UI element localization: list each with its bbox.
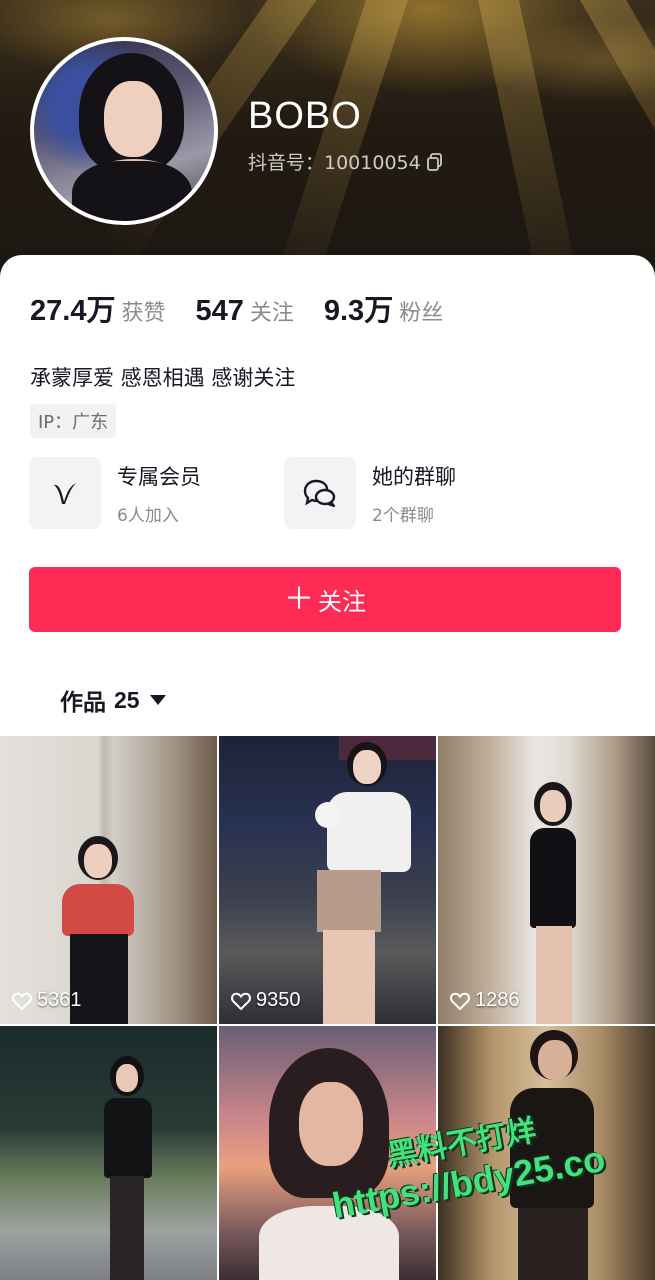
like-count: 9350 — [231, 989, 301, 1012]
douyin-id-row[interactable]: 抖音号：10010054 — [248, 148, 443, 175]
stat-following[interactable]: 547 关注 — [195, 295, 293, 328]
like-count: 1286 — [450, 989, 520, 1012]
v-membership-icon — [29, 457, 101, 529]
nickname: BOBO — [248, 95, 362, 137]
stat-label: 关注 — [249, 301, 294, 326]
stat-label: 获赞 — [121, 301, 166, 326]
tab-works-count: 25 — [114, 686, 140, 713]
stat-likes[interactable]: 27.4万 获赞 — [30, 287, 165, 329]
feature-subtitle: 2个群聊 — [372, 505, 434, 526]
heart-icon — [450, 992, 470, 1010]
stat-value: 27.4万 — [30, 295, 116, 327]
follow-button[interactable]: ＋ 关注 — [29, 567, 621, 632]
chat-bubbles-icon — [284, 457, 356, 529]
stat-value: 547 — [195, 295, 244, 327]
group-chat-entry[interactable]: 她的群聊 2个群聊 — [284, 457, 456, 529]
banner-light-ray — [562, 0, 655, 282]
bio-text: 承蒙厚爱 感恩相遇 感谢关注 — [30, 366, 296, 390]
follow-button-label: 关注 — [318, 588, 366, 616]
caret-down-icon — [149, 695, 166, 705]
ip-location-tag: IP：广东 — [30, 404, 117, 438]
douyin-id: 抖音号：10010054 — [248, 152, 421, 174]
feature-subtitle: 6人加入 — [117, 505, 179, 526]
video-thumbnail[interactable]: 5361 — [0, 736, 217, 1024]
stats-row: 27.4万 获赞 547 关注 9.3万 粉丝 — [30, 287, 473, 329]
heart-icon — [231, 992, 251, 1010]
video-thumbnail[interactable]: 1286 — [438, 736, 655, 1024]
stat-followers[interactable]: 9.3万 粉丝 — [324, 287, 443, 329]
exclusive-membership-entry[interactable]: 专属会员 6人加入 — [29, 457, 201, 529]
plus-icon: ＋ — [284, 581, 314, 617]
tab-works-label: 作品 — [60, 690, 106, 716]
copy-icon[interactable] — [426, 152, 443, 171]
heart-icon — [12, 992, 32, 1010]
stat-value: 9.3万 — [323, 295, 394, 327]
video-thumbnail[interactable]: 9350 — [219, 736, 436, 1024]
avatar[interactable] — [30, 37, 218, 225]
like-count: 5361 — [12, 989, 82, 1012]
stat-label: 粉丝 — [399, 301, 444, 326]
feature-title: 她的群聊 — [372, 464, 456, 489]
feature-title: 专属会员 — [117, 464, 201, 489]
video-thumbnail[interactable] — [0, 1026, 217, 1280]
tab-works[interactable]: 作品 25 — [60, 683, 166, 717]
